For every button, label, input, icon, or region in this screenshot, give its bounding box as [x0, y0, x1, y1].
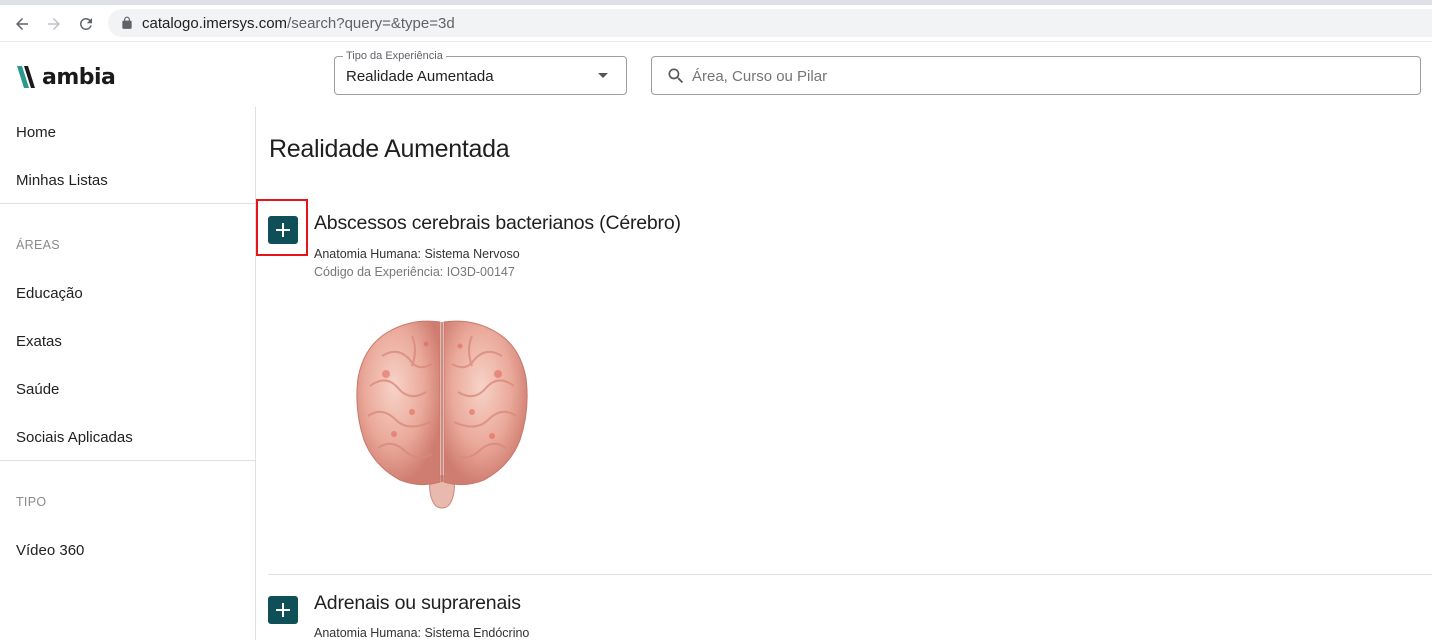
search-field[interactable] — [651, 56, 1421, 95]
experience-title[interactable]: Abscessos cerebrais bacterianos (Cérebro… — [314, 212, 681, 235]
experience-category: Anatomia Humana: Sistema Endócrino — [314, 626, 530, 640]
lock-icon — [122, 16, 132, 29]
sidebar-divider — [0, 203, 255, 204]
sidebar-section-areas: ÁREAS — [16, 238, 60, 252]
sidebar: Home Minhas Listas ÁREAS Educação Exatas… — [0, 107, 256, 640]
browser-toolbar: catalogo.imersys.com/search?query=&type=… — [0, 5, 1432, 42]
sidebar-item-saude[interactable]: Saúde — [16, 381, 59, 398]
logo-text: ambia — [42, 64, 116, 90]
reload-icon[interactable] — [74, 12, 98, 36]
dropdown-arrow-icon — [598, 73, 608, 78]
forward-arrow-icon[interactable] — [42, 12, 66, 36]
page-title: Realidade Aumentada — [269, 135, 510, 163]
experience-code: Código da Experiência: IO3D-00147 — [314, 265, 515, 279]
url-text: catalogo.imersys.com/search?query=&type=… — [142, 15, 455, 32]
logo-mark-icon — [17, 66, 35, 88]
plus-icon — [276, 603, 290, 617]
address-bar[interactable]: catalogo.imersys.com/search?query=&type=… — [108, 9, 1432, 37]
add-to-list-button[interactable] — [268, 596, 298, 624]
experience-type-value: Realidade Aumentada — [346, 68, 494, 85]
search-input[interactable] — [692, 65, 1392, 87]
sidebar-item-home[interactable]: Home — [16, 124, 56, 141]
brain-model-image[interactable] — [352, 316, 532, 510]
sidebar-section-tipo: TIPO — [16, 495, 47, 509]
sidebar-divider — [0, 460, 255, 461]
ambia-logo[interactable]: ambia — [16, 63, 116, 91]
sidebar-item-educacao[interactable]: Educação — [16, 285, 83, 302]
experience-title[interactable]: Adrenais ou suprarenais — [314, 592, 521, 615]
experience-category: Anatomia Humana: Sistema Nervoso — [314, 247, 520, 261]
sidebar-item-exatas[interactable]: Exatas — [16, 333, 62, 350]
sidebar-item-video-360[interactable]: Vídeo 360 — [16, 542, 84, 559]
experience-type-select[interactable]: Tipo da Experiência Realidade Aumentada — [334, 50, 627, 95]
experience-type-label: Tipo da Experiência — [343, 50, 446, 62]
highlight-annotation — [256, 199, 308, 256]
sidebar-item-minhas-listas[interactable]: Minhas Listas — [16, 172, 108, 189]
sidebar-item-sociais-aplicadas[interactable]: Sociais Aplicadas — [16, 429, 133, 446]
search-icon — [668, 68, 684, 84]
experience-divider — [268, 574, 1432, 575]
back-arrow-icon[interactable] — [10, 12, 34, 36]
